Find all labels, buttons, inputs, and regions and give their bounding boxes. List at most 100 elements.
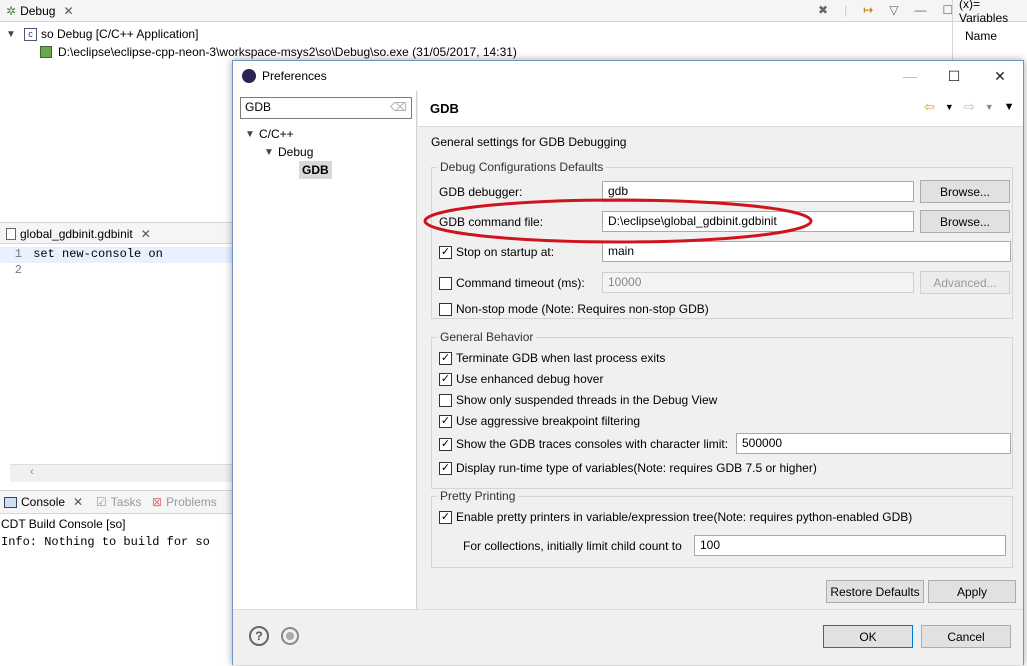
problems-tab[interactable]: ⊠ Problems bbox=[152, 495, 217, 509]
gdb-traces-checkbox[interactable]: ✓ Show the GDB traces consoles with char… bbox=[439, 435, 728, 453]
problems-tab-label: Problems bbox=[166, 495, 217, 509]
tasks-tab[interactable]: ☑ Tasks bbox=[96, 495, 141, 509]
dialog-title: Preferences bbox=[262, 69, 327, 83]
tree-item-cpp[interactable]: ▼ C/C++ bbox=[245, 125, 294, 143]
chevron-down-icon[interactable]: ▼ bbox=[6, 29, 20, 40]
tree-item-label: Debug bbox=[278, 145, 314, 159]
page-nav: ⇦ ▼ ⇨ ▼ ▼ bbox=[924, 99, 1015, 115]
checkbox-unchecked-icon bbox=[439, 393, 452, 407]
editor-line: 2 bbox=[0, 263, 232, 279]
trace-limit-input[interactable]: 500000 bbox=[736, 433, 1011, 454]
pretty-printers-label: Enable pretty printers in variable/expre… bbox=[456, 510, 913, 524]
launch-row[interactable]: ▼ c so Debug [C/C++ Application] bbox=[6, 27, 198, 41]
ok-button[interactable]: OK bbox=[823, 625, 913, 648]
editor-horizontal-scrollbar[interactable]: ‹ bbox=[10, 464, 232, 482]
debug-view-tab[interactable]: ✲ Debug ✕ bbox=[0, 0, 952, 22]
import-export-icon[interactable] bbox=[281, 627, 299, 645]
non-stop-mode-label: Non-stop mode (Note: Requires non-stop G… bbox=[456, 302, 709, 316]
child-limit-label: For collections, initially limit child c… bbox=[463, 539, 682, 553]
tree-item-gdb[interactable]: GDB bbox=[299, 161, 332, 179]
command-timeout-input[interactable]: 10000 bbox=[602, 272, 914, 293]
chevron-down-icon[interactable]: ▼ bbox=[245, 129, 259, 140]
launch-label: so Debug [C/C++ Application] bbox=[41, 27, 199, 41]
page-header: GDB ⇦ ▼ ⇨ ▼ ▼ bbox=[418, 91, 1023, 127]
advanced-button[interactable]: Advanced... bbox=[920, 271, 1010, 294]
behavior-group-title: General Behavior bbox=[437, 330, 537, 344]
checkbox-checked-icon: ✓ bbox=[439, 414, 452, 428]
checkbox-checked-icon: ✓ bbox=[439, 372, 452, 386]
tasks-icon: ☑ bbox=[96, 495, 107, 509]
back-arrow-icon[interactable]: ⇦ bbox=[924, 99, 935, 115]
filter-input-value: GDB bbox=[245, 100, 272, 114]
terminate-gdb-checkbox[interactable]: ✓ Terminate GDB when last process exits bbox=[439, 349, 665, 367]
file-icon bbox=[6, 228, 16, 240]
pretty-printers-checkbox[interactable]: ✓ Enable pretty printers in variable/exp… bbox=[439, 508, 912, 526]
page-description: General settings for GDB Debugging bbox=[431, 135, 627, 149]
line-number: 2 bbox=[14, 263, 22, 277]
aggressive-breakpoint-label: Use aggressive breakpoint filtering bbox=[456, 414, 641, 428]
forward-menu-icon[interactable]: ▼ bbox=[985, 102, 994, 112]
maximize-button[interactable]: ☐ bbox=[931, 61, 977, 91]
process-row[interactable]: D:\eclipse\eclipse-cpp-neon-3\workspace-… bbox=[40, 45, 517, 59]
close-icon[interactable]: ✕ bbox=[73, 495, 83, 509]
pretty-printing-group bbox=[431, 496, 1013, 568]
child-limit-input[interactable]: 100 bbox=[694, 535, 1006, 556]
page-title: GDB bbox=[430, 101, 459, 116]
minimize-button[interactable]: — bbox=[887, 61, 933, 91]
editor-body[interactable]: 1 set new-console on 2 bbox=[0, 244, 232, 464]
variables-view-tab[interactable]: (x)= Variables bbox=[953, 0, 1027, 25]
tree-item-label: GDB bbox=[302, 163, 329, 177]
tree-item-debug[interactable]: ▼ Debug bbox=[264, 143, 313, 161]
aggressive-breakpoint-checkbox[interactable]: ✓ Use aggressive breakpoint filtering bbox=[439, 412, 640, 430]
console-tabbar: Console ✕ ☑ Tasks ⊠ Problems bbox=[0, 490, 232, 514]
cancel-button[interactable]: Cancel bbox=[921, 625, 1011, 648]
dialog-titlebar[interactable]: Preferences — ☐ ✕ bbox=[233, 61, 1023, 91]
chevron-left-icon[interactable]: ‹ bbox=[30, 466, 34, 478]
runtime-type-checkbox[interactable]: ✓ Display run-time type of variables(Not… bbox=[439, 459, 817, 477]
editor-tab[interactable]: global_gdbinit.gdbinit ✕ bbox=[0, 223, 232, 245]
gdb-command-file-browse-button[interactable]: Browse... bbox=[920, 210, 1010, 233]
checkbox-checked-icon: ✓ bbox=[439, 351, 452, 365]
variables-column-name[interactable]: Name bbox=[965, 29, 997, 43]
terminate-gdb-label: Terminate GDB when last process exits bbox=[456, 351, 666, 365]
restore-defaults-button[interactable]: Restore Defaults bbox=[826, 580, 924, 603]
enhanced-hover-checkbox[interactable]: ✓ Use enhanced debug hover bbox=[439, 370, 603, 388]
close-icon[interactable]: ✕ bbox=[63, 4, 73, 18]
minimize-icon[interactable]: — bbox=[914, 3, 926, 17]
pretty-printing-group-title: Pretty Printing bbox=[437, 489, 519, 503]
chevron-down-icon[interactable]: ▼ bbox=[264, 147, 278, 158]
c-app-icon: c bbox=[24, 27, 37, 41]
view-menu-icon[interactable]: ▽ bbox=[889, 3, 898, 17]
close-button[interactable]: ✕ bbox=[977, 61, 1023, 91]
close-icon[interactable]: ✕ bbox=[141, 227, 151, 241]
step-filter-icon[interactable]: ↦ bbox=[863, 3, 873, 17]
process-icon bbox=[40, 46, 52, 58]
view-menu-icon[interactable]: ▼ bbox=[1004, 101, 1015, 113]
back-menu-icon[interactable]: ▼ bbox=[945, 102, 954, 112]
console-tab-label: Console bbox=[21, 495, 66, 509]
console-output: Info: Nothing to build for so bbox=[1, 535, 210, 549]
console-body[interactable]: CDT Build Console [so] Info: Nothing to … bbox=[0, 514, 232, 666]
suspended-threads-checkbox[interactable]: Show only suspended threads in the Debug… bbox=[439, 391, 717, 409]
clear-filter-icon[interactable]: ⌫ bbox=[390, 100, 407, 114]
command-timeout-checkbox[interactable]: Command timeout (ms): bbox=[439, 274, 585, 292]
debug-tree: ▼ c so Debug [C/C++ Application] D:\ecli… bbox=[0, 22, 952, 62]
editor-tabbar: global_gdbinit.gdbinit ✕ bbox=[0, 222, 232, 244]
bug-icon: ✲ bbox=[6, 4, 17, 18]
eclipse-logo-icon bbox=[242, 69, 256, 83]
apply-button[interactable]: Apply bbox=[928, 580, 1016, 603]
help-icon[interactable]: ? bbox=[249, 626, 269, 646]
non-stop-mode-checkbox[interactable]: Non-stop mode (Note: Requires non-stop G… bbox=[439, 300, 709, 318]
debug-view-toolbar: ✖ | ↦ ▽ — ☐ bbox=[818, 3, 954, 17]
filter-input[interactable]: GDB ⌫ bbox=[240, 97, 412, 119]
editor-tab-label: global_gdbinit.gdbinit bbox=[20, 227, 133, 241]
gdb-debugger-browse-button[interactable]: Browse... bbox=[920, 180, 1010, 203]
checkbox-checked-icon: ✓ bbox=[439, 461, 452, 475]
forward-arrow-icon[interactable]: ⇨ bbox=[964, 99, 975, 115]
gdb-traces-label: Show the GDB traces consoles with charac… bbox=[456, 437, 729, 451]
command-timeout-label: Command timeout (ms): bbox=[456, 276, 585, 290]
console-tab[interactable]: Console ✕ bbox=[4, 495, 83, 509]
remove-all-terminated-icon[interactable]: ✖ bbox=[818, 3, 828, 17]
line-text: set new-console on bbox=[33, 247, 163, 261]
preferences-tree-pane: GDB ⌫ ▼ C/C++ ▼ Debug GDB bbox=[233, 91, 417, 609]
